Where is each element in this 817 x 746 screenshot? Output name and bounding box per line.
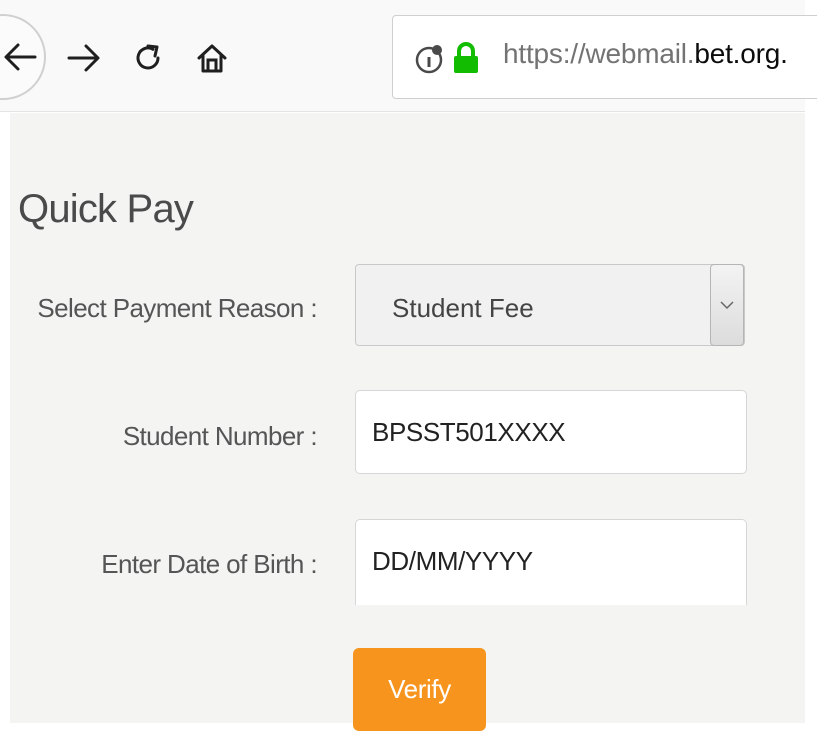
lock-icon [454, 42, 478, 73]
date-of-birth-label: Enter Date of Birth : [101, 549, 317, 579]
back-button[interactable] [0, 14, 46, 100]
browser-window: https://webmail.bet.org. Quick Pay Selec… [0, 0, 817, 746]
url-host: bet.org. [694, 38, 788, 69]
forward-button[interactable] [64, 38, 104, 78]
url-text: https://webmail.bet.org. [503, 38, 788, 70]
payment-reason-label: Select Payment Reason : [37, 293, 317, 323]
reload-icon [136, 44, 160, 70]
payment-reason-value: Student Fee [392, 293, 534, 323]
page-content: Quick Pay Select Payment Reason : Studen… [10, 113, 805, 731]
dropdown-arrow[interactable] [710, 264, 744, 346]
page-title: Quick Pay [18, 187, 194, 231]
forward-arrow-icon [67, 44, 100, 72]
url-prefix: https://webmail. [503, 38, 695, 69]
date-of-birth-input[interactable]: DD/MM/YYYY [355, 519, 747, 605]
student-number-value: BPSST501XXXX [372, 417, 566, 447]
verify-button[interactable]: Verify [353, 648, 486, 731]
browser-toolbar: https://webmail.bet.org. [0, 0, 817, 112]
home-button[interactable] [192, 38, 232, 78]
student-number-label: Student Number : [122, 421, 318, 451]
payment-reason-select[interactable]: Student Fee [355, 264, 745, 346]
address-bar[interactable]: https://webmail.bet.org. [392, 15, 817, 99]
date-of-birth-value: DD/MM/YYYY [372, 546, 533, 576]
home-icon [197, 44, 227, 73]
info-icon[interactable] [415, 44, 445, 74]
chevron-down-icon [720, 301, 734, 310]
student-number-input[interactable]: BPSST501XXXX [355, 390, 747, 474]
reload-button[interactable] [128, 38, 168, 78]
back-arrow-icon [4, 43, 37, 71]
